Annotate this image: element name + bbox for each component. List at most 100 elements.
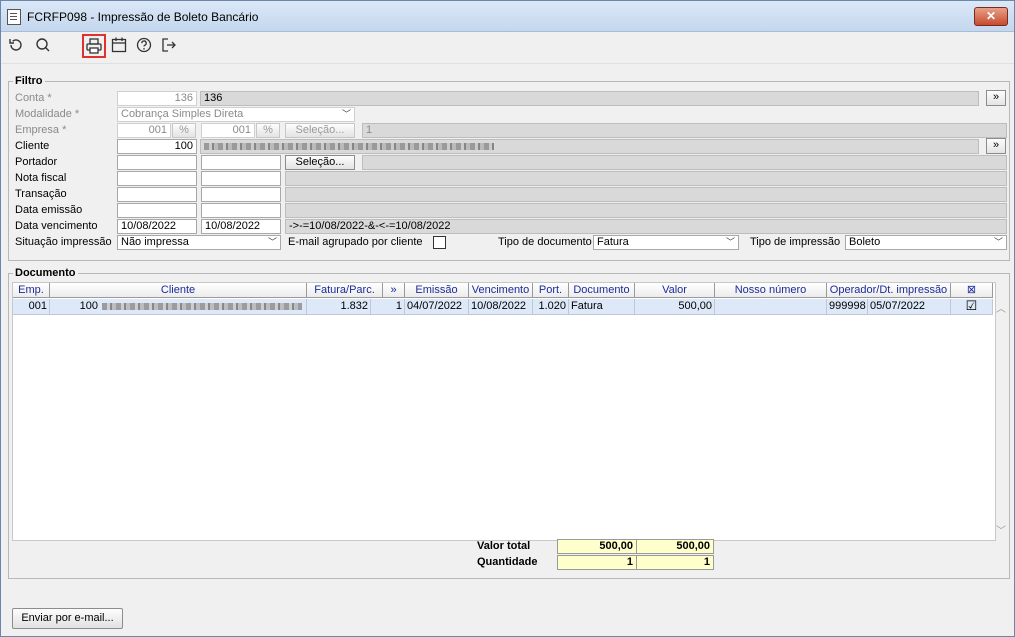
data-emissao-description (285, 203, 1007, 218)
print-icon[interactable] (82, 34, 106, 58)
cell-port: 1.020 (533, 299, 569, 315)
nota-fiscal-description (285, 171, 1007, 186)
documento-grid[interactable]: Emp. Cliente Fatura/Parc. » Emissão Venc… (12, 282, 996, 541)
portador-from-input[interactable] (117, 155, 197, 170)
conta-label: Conta * (15, 92, 52, 104)
situacao-impressao-label: Situação impressão (15, 236, 112, 248)
quantidade-2: 1 (636, 555, 714, 570)
cell-dt-impressao: 05/07/2022 (868, 299, 951, 315)
column-header-port[interactable]: Port. (533, 283, 569, 298)
modalidade-label: Modalidade * (15, 108, 80, 120)
cell-emp: 001 (13, 299, 50, 315)
data-emissao-to-input[interactable] (201, 203, 281, 218)
cell-emissao: 04/07/2022 (405, 299, 469, 315)
data-vencimento-to-input[interactable]: 10/08/2022 (201, 219, 281, 234)
portador-selecao-button[interactable]: Seleção... (285, 155, 355, 170)
chevron-down-icon: ﹀ (341, 109, 351, 119)
app-document-icon (7, 9, 21, 25)
undo-icon[interactable] (5, 34, 27, 56)
conta-input[interactable]: 136 (117, 91, 197, 106)
quantidade-1: 1 (557, 555, 637, 570)
empresa-from-input[interactable]: 001 (117, 123, 171, 138)
nota-fiscal-label: Nota fiscal (15, 172, 67, 184)
data-vencimento-from-input[interactable]: 10/08/2022 (117, 219, 197, 234)
column-header-nosso-numero[interactable]: Nosso número (715, 283, 827, 298)
nota-fiscal-from-input[interactable] (117, 171, 197, 186)
grid-scrollbar[interactable]: ︿ ﹀ (994, 298, 1008, 539)
column-header-valor[interactable]: Valor (635, 283, 715, 298)
window-title: FCRFP098 - Impressão de Boleto Bancário (27, 10, 259, 24)
cell-operador: 999998 (827, 299, 868, 315)
empresa-from-lookup-icon[interactable]: % (172, 123, 196, 138)
empresa-description: 1 (362, 123, 1007, 138)
modalidade-select[interactable]: Cobrança Simples Direta ﹀ (117, 107, 355, 122)
cell-cliente: 100 (50, 299, 307, 315)
conta-description: 136 (200, 91, 979, 106)
transacao-label: Transação (15, 188, 67, 200)
situacao-impressao-value: Não impressa (121, 236, 189, 248)
tipo-impressao-value: Boleto (849, 236, 881, 248)
title-bar: FCRFP098 - Impressão de Boleto Bancário … (1, 1, 1014, 32)
scroll-up-icon[interactable]: ︿ (996, 300, 1006, 315)
empresa-to-lookup-icon[interactable]: % (256, 123, 280, 138)
cliente-label: Cliente (15, 140, 50, 152)
column-header-emissao[interactable]: Emissão (405, 283, 469, 298)
column-header-documento[interactable]: Documento (569, 283, 635, 298)
cliente-expand-button[interactable]: » (986, 138, 1006, 154)
empresa-label: Empresa * (15, 124, 67, 136)
cell-valor: 500,00 (635, 299, 715, 315)
scroll-down-icon[interactable]: ﹀ (996, 522, 1006, 537)
column-header-operador[interactable]: Operador/Dt. impressão (827, 283, 951, 298)
search-icon[interactable] (32, 34, 54, 56)
conta-expand-button[interactable]: » (986, 90, 1006, 106)
tipo-documento-select[interactable]: Fatura ﹀ (593, 235, 739, 250)
empresa-to-input[interactable]: 001 (201, 123, 255, 138)
tipo-impressao-label: Tipo de impressão (750, 236, 841, 248)
cliente-input[interactable]: 100 (117, 139, 197, 154)
toolbar-separator (1, 63, 1014, 64)
cliente-code: 100 (79, 300, 98, 312)
column-header-emp[interactable]: Emp. (13, 283, 50, 298)
nota-fiscal-to-input[interactable] (201, 171, 281, 186)
cell-vencimento: 10/08/2022 (469, 299, 533, 315)
cell-documento: Fatura (569, 299, 635, 315)
cell-parcela: 1 (371, 299, 405, 315)
email-agrupado-label: E-mail agrupado por cliente (288, 236, 423, 248)
cell-nosso-numero (715, 299, 827, 315)
portador-to-input[interactable] (201, 155, 281, 170)
transacao-from-input[interactable] (117, 187, 197, 202)
data-vencimento-label: Data vencimento (15, 220, 98, 232)
valor-total-2: 500,00 (636, 539, 714, 554)
situacao-impressao-select[interactable]: Não impressa ﹀ (117, 235, 281, 250)
data-emissao-label: Data emissão (15, 204, 83, 216)
portador-description (362, 155, 1007, 170)
valor-total-label: Valor total (477, 540, 531, 552)
empresa-selecao-button[interactable]: Seleção... (285, 123, 355, 138)
tipo-impressao-select[interactable]: Boleto ﹀ (845, 235, 1007, 250)
transacao-to-input[interactable] (201, 187, 281, 202)
cliente-description (200, 139, 979, 154)
enviar-email-button[interactable]: Enviar por e-mail... (12, 608, 123, 629)
redacted-text (102, 302, 302, 310)
chevron-down-icon: ﹀ (993, 237, 1003, 247)
exit-icon[interactable] (158, 34, 180, 56)
close-button[interactable]: ✕ (974, 7, 1008, 26)
redacted-text (204, 142, 494, 150)
data-vencimento-expression: ->-=10/08/2022-&-<-=10/08/2022 (285, 219, 1007, 234)
column-header-expand[interactable]: » (383, 283, 405, 298)
calendar-icon[interactable] (108, 34, 130, 56)
data-emissao-from-input[interactable] (117, 203, 197, 218)
row-checkbox[interactable]: ☑ (951, 299, 993, 315)
chevron-down-icon: ﹀ (267, 237, 277, 247)
column-header-vencimento[interactable]: Vencimento (469, 283, 533, 298)
email-agrupado-checkbox[interactable] (433, 236, 446, 249)
column-header-fatura-parc[interactable]: Fatura/Parc. (307, 283, 383, 298)
help-icon[interactable] (133, 34, 155, 56)
valor-total-1: 500,00 (557, 539, 637, 554)
column-header-select-all[interactable]: ⊠ (951, 283, 993, 298)
filtro-legend: Filtro (15, 75, 43, 87)
tipo-documento-value: Fatura (597, 236, 629, 248)
transacao-description (285, 187, 1007, 202)
tipo-documento-label: Tipo de documento (498, 236, 592, 248)
column-header-cliente[interactable]: Cliente (50, 283, 307, 298)
